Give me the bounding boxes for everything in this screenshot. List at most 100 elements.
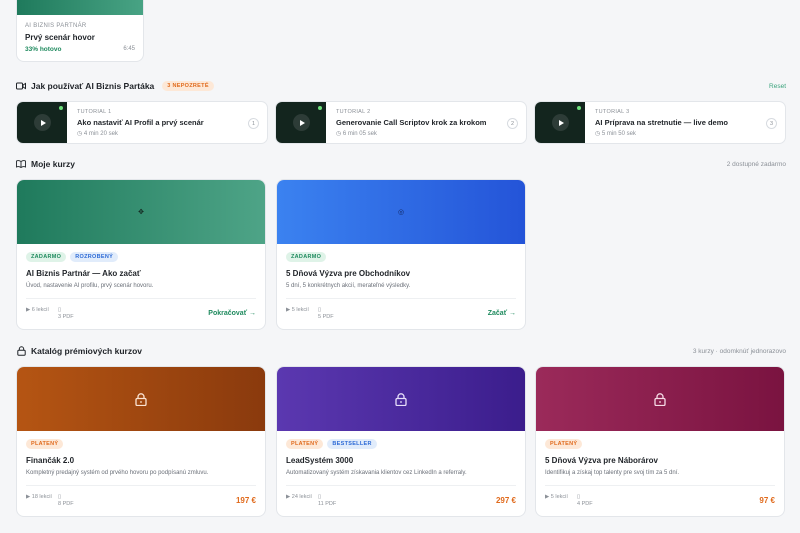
play-icon[interactable] xyxy=(552,114,569,131)
divider xyxy=(26,298,256,299)
pdf-icon: ▯ xyxy=(58,307,62,313)
tutorial-duration: ◷ 4 min 20 sek xyxy=(77,131,118,137)
tutorial-duration: ◷ 6 min 05 sek xyxy=(336,131,377,137)
tutorial-title: Ako nastaviť AI Profil a prvý scenár xyxy=(77,118,204,127)
status-badge: ROZROBENÝ xyxy=(70,252,119,262)
course-hero: ✥ xyxy=(17,180,265,244)
pdf-icon: ▯ xyxy=(577,494,581,500)
scenario-card-duration: 6:45 xyxy=(123,46,135,52)
lessons-count: ▶ 24 lekcií xyxy=(286,494,312,500)
tutorial-duration: ◷ 5 min 50 sek xyxy=(595,131,636,137)
course-tags: ZADARMO xyxy=(286,252,327,262)
course-card[interactable]: ✥ ZADARMO ROZROBENÝ AI Biznis Partnár — … xyxy=(16,179,266,330)
scenario-card[interactable]: AI BIZNIS PARTNÁR Prvý scenár hovor 33% … xyxy=(16,0,144,62)
course-hero xyxy=(277,367,525,431)
tutorial-number: 1 xyxy=(248,118,259,129)
lock-icon xyxy=(654,392,666,406)
course-description: Identifikuj a získaj top talenty pre svo… xyxy=(545,470,680,476)
course-description: Automatizovaný systém získavania kliento… xyxy=(286,470,467,476)
tutorial-title: Generovanie Call Scriptov krok za krokom xyxy=(336,118,487,127)
course-tags: ZADARMO ROZROBENÝ xyxy=(26,252,119,262)
video-thumbnail xyxy=(17,102,67,143)
unwatched-badge: 3 NEPOZRETÉ xyxy=(162,81,214,91)
status-badge: PLATENÝ xyxy=(26,439,64,449)
pdf-count: 8 PDF xyxy=(58,501,74,507)
play-icon[interactable] xyxy=(34,114,51,131)
scenario-card-progress: 33% hotovo xyxy=(25,46,62,53)
lessons-count: ▶ 5 lekcií xyxy=(286,307,309,313)
divider xyxy=(545,485,775,486)
course-description: Kompletný predajný systém od prvého hovo… xyxy=(26,470,209,476)
tutorial-card[interactable]: TUTORIAL 1 Ako nastaviť AI Profil a prvý… xyxy=(16,101,268,144)
my-courses-header: Moje kurzy 2 dostupné zadarmo xyxy=(16,159,786,169)
tutorials-header: Jak používať AI Biznis Partáka 3 NEPOZRE… xyxy=(16,81,786,91)
video-icon xyxy=(16,81,26,91)
lock-icon xyxy=(395,392,407,406)
course-hero: ◎ xyxy=(277,180,525,244)
tutorial-kicker: TUTORIAL 2 xyxy=(336,109,371,115)
course-card[interactable]: ◎ ZADARMO 5 Dňová Výzva pre Obchodníkov … xyxy=(276,179,526,330)
pdf-count: 5 PDF xyxy=(318,314,334,320)
course-title: 5 Dňová Výzva pre Náborárov xyxy=(545,456,658,465)
course-description: Úvod, nastavenie AI profilu, prvý scenár… xyxy=(26,283,154,289)
unwatched-dot xyxy=(59,106,63,110)
tutorial-number: 2 xyxy=(507,118,518,129)
tutorial-card[interactable]: TUTORIAL 2 Generovanie Call Scriptov kro… xyxy=(275,101,527,144)
move-icon: ✥ xyxy=(138,209,144,216)
unwatched-dot xyxy=(318,106,322,110)
pdf-icon: ▯ xyxy=(318,494,322,500)
my-courses-title: Moje kurzy xyxy=(31,159,75,169)
free-count: 2 dostupné zadarmo xyxy=(726,160,786,168)
lessons-count: ▶ 18 lekcií xyxy=(26,494,52,500)
play-icon[interactable] xyxy=(293,114,310,131)
course-tags: PLATENÝ xyxy=(26,439,64,449)
divider xyxy=(26,485,256,486)
tutorials-title: Jak používať AI Biznis Partáka xyxy=(31,81,155,91)
price: 97 € xyxy=(759,496,775,505)
course-hero xyxy=(17,367,265,431)
tutorial-number: 3 xyxy=(766,118,777,129)
tutorial-card[interactable]: TUTORIAL 3 AI Príprava na stretnutie — l… xyxy=(534,101,786,144)
divider xyxy=(286,298,516,299)
course-title: AI Biznis Partnár — Ako začať xyxy=(26,269,141,278)
course-tags: PLATENÝ xyxy=(545,439,583,449)
course-title: Finančák 2.0 xyxy=(26,456,75,465)
premium-course-card[interactable]: PLATENÝ BESTSELLER LeadSystém 3000 Autom… xyxy=(276,366,526,517)
tutorial-list: TUTORIAL 1 Ako nastaviť AI Profil a prvý… xyxy=(16,101,786,145)
course-tags: PLATENÝ BESTSELLER xyxy=(286,439,377,449)
continue-link[interactable]: Pokračovať → xyxy=(208,310,256,317)
course-hero xyxy=(536,367,784,431)
reset-button[interactable]: Reset xyxy=(769,83,786,90)
lessons-count: ▶ 6 lekcií xyxy=(26,307,49,313)
price: 197 € xyxy=(235,496,256,505)
course-title: 5 Dňová Výzva pre Obchodníkov xyxy=(286,269,411,278)
tutorial-kicker: TUTORIAL 1 xyxy=(77,109,112,115)
catalog-count: 3 kurzy · odomknúť jednorazovo xyxy=(692,347,786,355)
status-badge: ZADARMO xyxy=(26,252,67,262)
pdf-count: 11 PDF xyxy=(318,501,337,507)
catalog-title: Katalóg prémiových kurzov xyxy=(31,346,143,356)
scenario-card-kicker: AI BIZNIS PARTNÁR xyxy=(25,23,87,29)
status-badge: PLATENÝ xyxy=(286,439,324,449)
course-title: LeadSystém 3000 xyxy=(286,456,354,465)
course-description: 5 dní, 5 konkrétnych akcií, merateľné vý… xyxy=(286,283,411,289)
pdf-icon: ▯ xyxy=(58,494,62,500)
target-icon: ◎ xyxy=(397,209,405,216)
video-thumbnail xyxy=(276,102,326,143)
divider xyxy=(286,485,516,486)
start-link[interactable]: Začať → xyxy=(488,310,516,317)
video-thumbnail xyxy=(535,102,585,143)
scenario-card-title: Prvý scenár hovor xyxy=(25,33,95,42)
status-badge: PLATENÝ xyxy=(545,439,583,449)
scenario-card-banner xyxy=(17,0,143,15)
bestseller-badge: BESTSELLER xyxy=(327,439,377,449)
book-icon xyxy=(16,159,26,169)
lessons-count: ▶ 5 lekcií xyxy=(545,494,568,500)
tutorial-title: AI Príprava na stretnutie — live demo xyxy=(595,118,728,127)
unwatched-dot xyxy=(577,106,581,110)
lock-icon xyxy=(16,346,26,356)
price: 297 € xyxy=(495,496,516,505)
premium-course-card[interactable]: PLATENÝ Finančák 2.0 Kompletný predajný … xyxy=(16,366,266,517)
status-badge: ZADARMO xyxy=(286,252,327,262)
premium-course-card[interactable]: PLATENÝ 5 Dňová Výzva pre Náborárov Iden… xyxy=(535,366,785,517)
